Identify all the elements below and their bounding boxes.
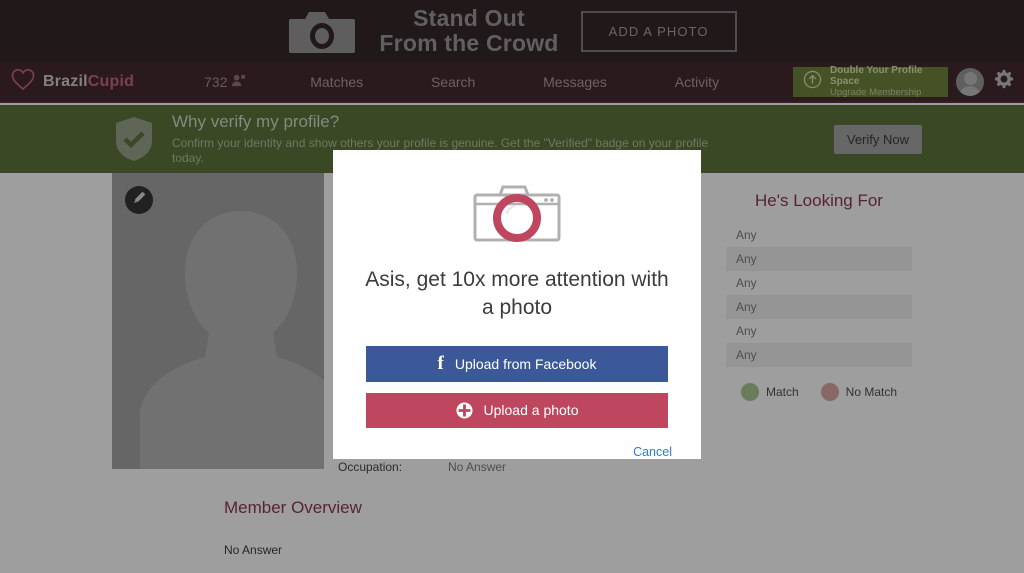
camera-icon (472, 182, 562, 248)
plus-circle-icon (455, 402, 473, 419)
upload-from-facebook-label: Upload from Facebook (454, 355, 597, 372)
upload-a-photo-button[interactable]: Upload a photo (366, 392, 668, 428)
cancel-link[interactable]: Cancel (633, 445, 672, 459)
facebook-icon: f (437, 352, 444, 374)
upload-photo-modal: Asis, get 10x more attention with a phot… (333, 150, 701, 459)
upload-from-facebook-button[interactable]: f Upload from Facebook (366, 346, 668, 382)
modal-title: Asis, get 10x more attention with a phot… (365, 268, 669, 319)
upload-a-photo-label: Upload a photo (483, 402, 579, 419)
page-root: Stand Out From the Crowd ADD A PHOTO Bra… (0, 0, 1024, 573)
